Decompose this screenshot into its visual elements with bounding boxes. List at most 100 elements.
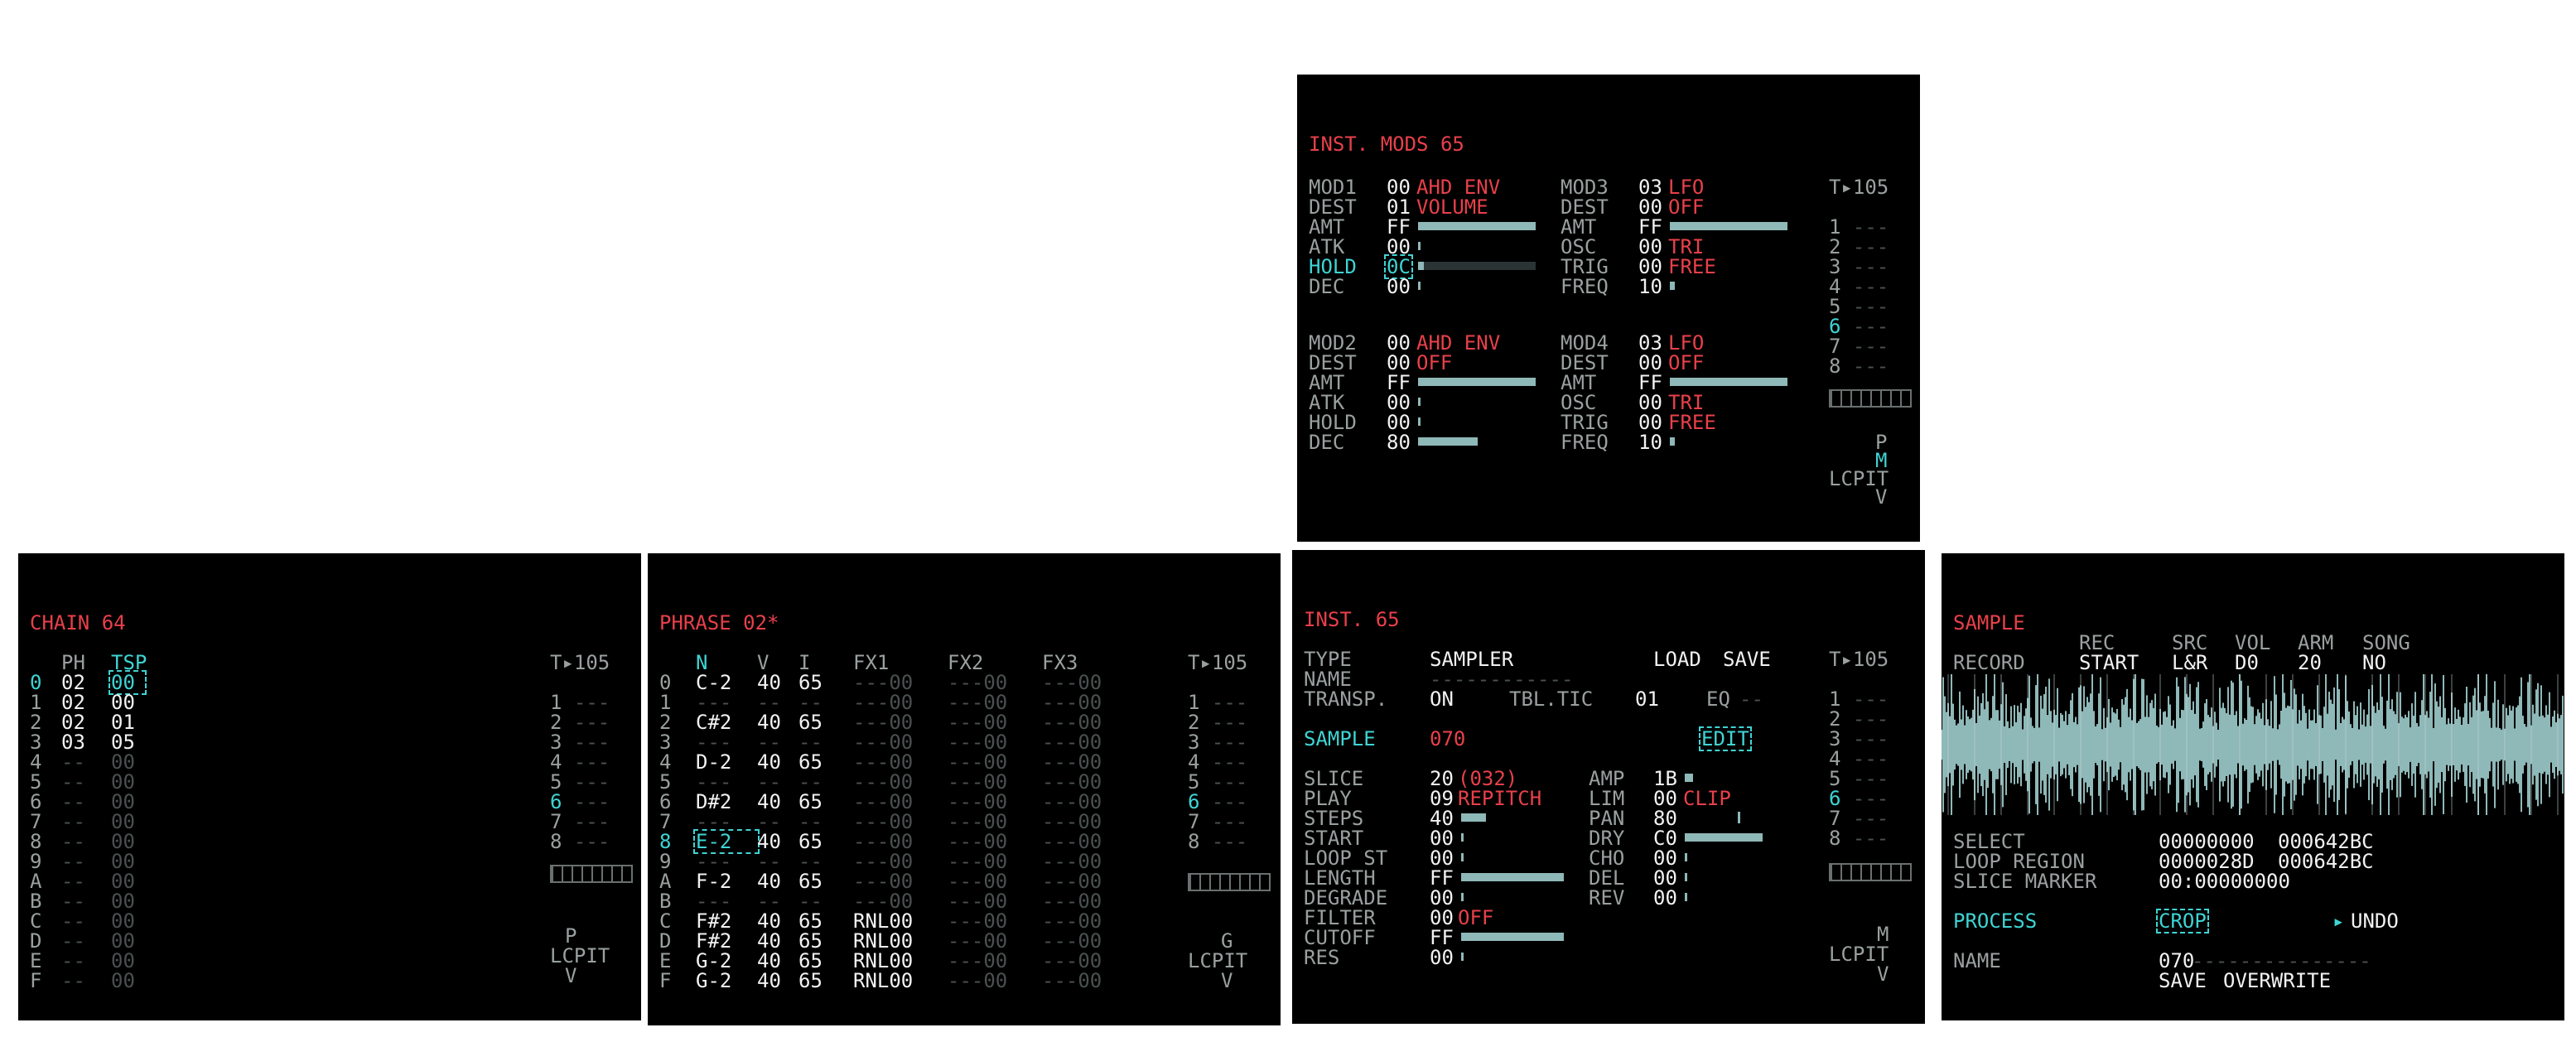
fx2-cell[interactable]: ---00 (948, 812, 1042, 832)
row-index[interactable]: 4 (659, 752, 696, 772)
chain-row[interactable]: 1 02 00 (30, 692, 144, 712)
transpose-cell[interactable]: 01 (111, 712, 144, 732)
chain-row[interactable]: 0 02 00 (30, 670, 147, 695)
transpose-cell[interactable]: 00 (111, 871, 144, 891)
note-cell[interactable]: F#2 (696, 931, 757, 951)
fx3-cell[interactable]: ---00 (1042, 712, 1125, 732)
mod4-value[interactable]: 03 (1638, 333, 1662, 353)
velocity-cell[interactable]: 40 (757, 712, 798, 732)
mod4-amt-value[interactable]: FF (1638, 373, 1662, 393)
instrument-cell[interactable]: 65 (798, 911, 853, 931)
vol-value[interactable]: D0 (2235, 653, 2259, 673)
fx1-cell[interactable]: ---00 (853, 712, 948, 732)
fx1-cell[interactable]: ---00 (853, 792, 948, 812)
fx3-cell[interactable]: ---00 (1042, 752, 1125, 772)
cutoff-value[interactable]: FF (1430, 928, 1454, 948)
note-cell[interactable]: G-2 (696, 971, 757, 991)
phrase-cell[interactable]: 03 (61, 732, 111, 752)
row-index[interactable]: C (659, 911, 696, 931)
phrase-cell[interactable]: -- (61, 832, 111, 851)
phrase-cell[interactable]: -- (61, 851, 111, 871)
fx2-cell[interactable]: ---00 (948, 951, 1042, 971)
row-index[interactable]: 2 (30, 712, 61, 732)
note-cell[interactable]: --- (696, 891, 757, 911)
save-button[interactable]: SAVE (1723, 649, 1771, 669)
row-index[interactable]: A (659, 871, 696, 891)
chain-row[interactable]: 2 02 01 (30, 712, 144, 732)
transpose-cell[interactable]: 00 (111, 931, 144, 951)
fx3-cell[interactable]: ---00 (1042, 832, 1125, 851)
mod2-value[interactable]: 00 (1387, 333, 1411, 353)
mod1-dec-value[interactable]: 00 (1387, 277, 1411, 297)
chain-row[interactable]: E -- 00 (30, 951, 144, 971)
row-index[interactable]: 5 (659, 772, 696, 792)
track-3[interactable]: 3 --- (550, 732, 610, 752)
velocity-cell[interactable]: -- (757, 772, 798, 792)
res-value[interactable]: 00 (1430, 948, 1454, 967)
fx2-cell[interactable]: ---00 (948, 732, 1042, 752)
instrument-cell[interactable]: 65 (798, 752, 853, 772)
mod4-freq-value[interactable]: 10 (1638, 432, 1662, 452)
fx1-cell[interactable]: ---00 (853, 673, 948, 692)
fx1-cell[interactable]: ---00 (853, 891, 948, 911)
phrase-cell[interactable]: -- (61, 871, 111, 891)
track-2[interactable]: 2 --- (550, 712, 610, 732)
chain-row[interactable]: 5 -- 00 (30, 772, 144, 792)
row-index[interactable]: F (30, 971, 61, 991)
mod2-dest-value[interactable]: 00 (1387, 353, 1411, 373)
phrase-cell[interactable]: -- (61, 772, 111, 792)
fx1-cell[interactable]: ---00 (853, 851, 948, 871)
fx2-cell[interactable]: ---00 (948, 971, 1042, 991)
fx1-cell[interactable]: ---00 (853, 692, 948, 712)
track-7[interactable]: 7 --- (1829, 336, 1889, 356)
row-index[interactable]: 3 (659, 732, 696, 752)
chain-row[interactable]: 6 -- 00 (30, 792, 144, 812)
phrase-cell[interactable]: -- (61, 971, 111, 991)
loopst-value[interactable]: 00 (1430, 848, 1454, 868)
instrument-cell[interactable]: -- (798, 692, 853, 712)
velocity-cell[interactable]: 40 (757, 792, 798, 812)
track-4[interactable]: 4 --- (1829, 749, 1889, 769)
note-cell[interactable]: --- (696, 732, 757, 752)
track-8[interactable]: 8 --- (550, 832, 610, 851)
track-6[interactable]: 6 --- (1188, 792, 1247, 812)
row-index[interactable]: B (659, 891, 696, 911)
track-6[interactable]: 6 --- (550, 792, 610, 812)
track-7[interactable]: 7 --- (1829, 808, 1889, 828)
transpose-cell[interactable]: 00 (111, 692, 144, 712)
edit-button[interactable]: EDIT (1699, 726, 1752, 751)
load-button[interactable]: LOAD (1653, 649, 1701, 669)
note-cell[interactable]: F-2 (696, 871, 757, 891)
chain-row[interactable]: F -- 00 (30, 971, 144, 991)
chain-row[interactable]: 8 -- 00 (30, 832, 144, 851)
mod4-dest-value[interactable]: 00 (1638, 353, 1662, 373)
mod3-value[interactable]: 03 (1638, 177, 1662, 197)
track-5[interactable]: 5 --- (1829, 769, 1889, 789)
transpose-cell[interactable]: 00 (109, 670, 147, 695)
chain-row[interactable]: A -- 00 (30, 871, 144, 891)
fx1-cell[interactable]: RNL00 (853, 931, 948, 951)
waveform-display[interactable] (1942, 674, 2564, 815)
fx3-cell[interactable]: ---00 (1042, 931, 1125, 951)
fx2-cell[interactable]: ---00 (948, 673, 1042, 692)
row-index[interactable]: A (30, 871, 61, 891)
phrase-row[interactable]: 1 --- -- -- ---00 ---00 ---00 (659, 692, 1125, 712)
tbltic-value[interactable]: 01 (1635, 689, 1659, 709)
fx2-cell[interactable]: ---00 (948, 792, 1042, 812)
track-1[interactable]: 1 --- (1829, 217, 1889, 237)
length-value[interactable]: FF (1430, 868, 1454, 888)
instrument-cell[interactable]: 65 (798, 931, 853, 951)
track-4[interactable]: 4 --- (550, 752, 610, 772)
play-value[interactable]: 09 (1430, 789, 1454, 808)
row-index[interactable]: 6 (30, 792, 61, 812)
row-index[interactable]: B (30, 891, 61, 911)
velocity-cell[interactable]: 40 (757, 673, 798, 692)
track-5[interactable]: 5 --- (1188, 772, 1247, 792)
velocity-cell[interactable]: 40 (757, 911, 798, 931)
loop-start[interactable]: 0000028D (2159, 851, 2255, 871)
mod3-amt-value[interactable]: FF (1638, 217, 1662, 237)
track-2[interactable]: 2 --- (1829, 237, 1889, 257)
fx3-cell[interactable]: ---00 (1042, 871, 1125, 891)
row-index[interactable]: 9 (30, 851, 61, 871)
track-8[interactable]: 8 --- (1829, 828, 1889, 848)
